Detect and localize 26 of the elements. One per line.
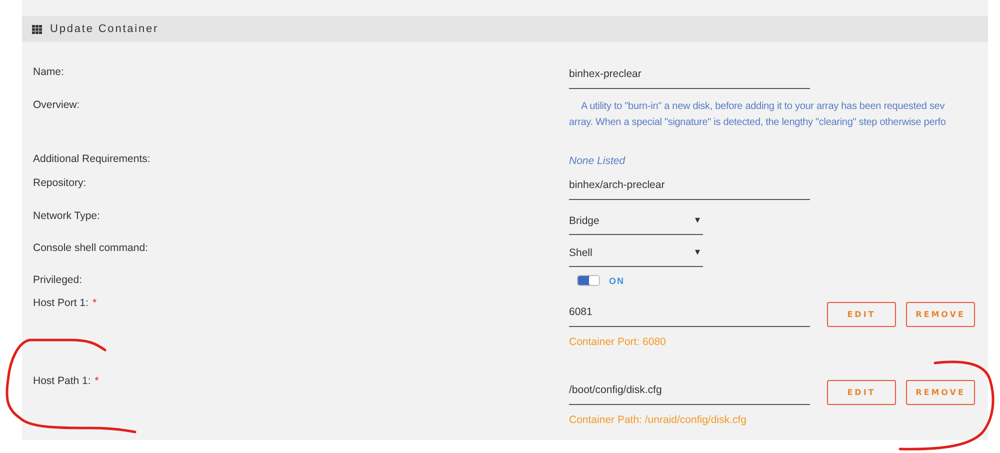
- field-label: Overview:: [33, 99, 80, 111]
- text-field[interactable]: binhex-preclear: [569, 66, 810, 89]
- field-label: Repository:: [33, 177, 86, 189]
- text-field[interactable]: 6081: [569, 304, 810, 327]
- description-text: array. When a special "signature" is detected, the lengthy "clearing" step otherwise perfo: [569, 116, 946, 130]
- description-text: A utility to "burn-in" a new disk, before adding it to your array has been requested sev: [580, 100, 945, 114]
- required-mark: *: [92, 297, 97, 309]
- field-label: Additional Requirements:: [33, 153, 150, 165]
- dropdown[interactable]: Shell ▾: [569, 242, 703, 267]
- text-field[interactable]: /boot/config/disk.cfg: [569, 382, 810, 405]
- toggle-state: ON: [609, 276, 624, 286]
- field-label: Console shell command:: [33, 242, 148, 254]
- field-label: Privileged:: [33, 274, 82, 286]
- container-hint: Container Path: /unraid/config/disk.cfg: [569, 414, 746, 426]
- toggle-switch[interactable]: [577, 275, 600, 286]
- required-mark: *: [94, 375, 99, 387]
- field-label: Host Path 1:: [33, 375, 91, 387]
- field-label: Host Port 1:: [33, 297, 88, 309]
- text-field[interactable]: binhex/arch-preclear: [569, 177, 810, 200]
- field-label: Network Type:: [33, 210, 100, 222]
- requirements-text: None Listed: [569, 155, 626, 167]
- panel-title: Update Container: [50, 23, 159, 35]
- container-hint: Container Port: 6080: [569, 336, 666, 348]
- grid-icon: [32, 24, 42, 34]
- dropdown[interactable]: Bridge ▾: [569, 210, 703, 235]
- field-label: Name:: [33, 66, 64, 78]
